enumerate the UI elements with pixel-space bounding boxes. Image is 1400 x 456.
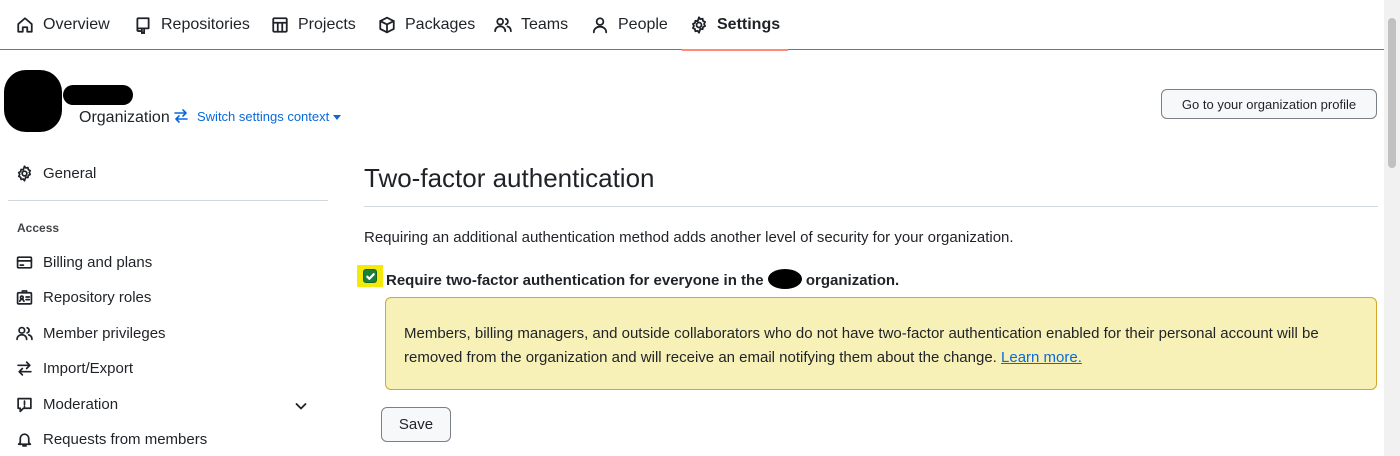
person-icon [592, 17, 608, 34]
nav-tab-teams[interactable]: Teams [494, 0, 568, 50]
people-icon [16, 326, 33, 341]
nav-tab-projects[interactable]: Projects [271, 0, 356, 50]
require-2fa-checkbox[interactable] [363, 269, 377, 283]
nav-tab-label: Packages [405, 16, 476, 33]
sidebar-item-repository-roles[interactable]: Repository roles [16, 289, 151, 306]
nav-tab-label: Repositories [161, 16, 250, 33]
report-icon [17, 397, 32, 413]
checkbox-label-end: organization. [801, 272, 900, 289]
nav-tab-people[interactable]: People [591, 0, 668, 50]
sidebar-item-label: Billing and plans [43, 254, 153, 271]
sidebar-item-import-export[interactable]: Import/Export [16, 360, 133, 377]
repo-icon [136, 17, 150, 34]
sidebar-item-member-privileges[interactable]: Member privileges [16, 325, 166, 342]
bell-icon [17, 433, 32, 447]
gear-icon [17, 165, 32, 182]
go-to-org-profile-button[interactable]: Go to your organization profile [1161, 89, 1377, 119]
sidebar-item-label: Requests from members [43, 431, 208, 448]
arrow-switch-icon [17, 361, 32, 376]
save-button[interactable]: Save [381, 407, 451, 442]
people-icon [494, 17, 512, 33]
nav-tab-label: People [618, 16, 668, 33]
sidebar-item-moderation[interactable]: Moderation [16, 396, 118, 413]
nav-tab-repositories[interactable]: Repositories [134, 0, 250, 50]
org-nav: Overview Repositories Projects Packages … [0, 0, 1384, 51]
nav-tab-label: Overview [43, 16, 110, 33]
warning-message: Members, billing managers, and outside c… [404, 325, 1319, 366]
sidebar-item-requests-from-members[interactable]: Requests from members [16, 431, 207, 448]
id-badge-icon [16, 290, 33, 305]
nav-tab-label: Projects [298, 16, 356, 33]
nav-tab-settings[interactable]: Settings [681, 0, 789, 51]
home-icon [17, 17, 33, 33]
switch-context-label: Switch settings context [197, 108, 330, 124]
sidebar-item-label: Repository roles [43, 289, 152, 306]
sidebar-item-general[interactable]: General [16, 165, 96, 182]
org-avatar-redacted [4, 70, 62, 132]
sidebar-heading-access: Access [17, 221, 60, 235]
sidebar-item-label: General [43, 165, 97, 182]
title-divider [364, 206, 1378, 207]
warning-text: Members, billing managers, and outside c… [404, 322, 1354, 370]
require-2fa-label[interactable]: Require two-factor authentication for ev… [386, 269, 899, 289]
project-icon [272, 17, 288, 33]
org-name-redacted [63, 85, 133, 105]
checkbox-label-start: Require two-factor authentication for ev… [386, 272, 768, 289]
nav-tab-packages[interactable]: Packages [378, 0, 475, 50]
arrow-switch-icon [174, 109, 188, 123]
caret-down-icon [333, 114, 342, 120]
sidebar-divider [8, 200, 328, 201]
check-icon [365, 272, 375, 280]
learn-more-link[interactable]: Learn more. [1001, 349, 1082, 366]
page-title: Two-factor authentication [364, 163, 655, 193]
sidebar-item-label: Member privileges [43, 325, 166, 342]
page-scrollbar[interactable] [1384, 0, 1400, 456]
nav-tab-label: Teams [521, 16, 569, 33]
credit-card-icon [16, 256, 33, 269]
moderation-expand-chevron[interactable] [293, 398, 309, 414]
scrollbar-thumb[interactable] [1388, 18, 1396, 168]
page-description: Requiring an additional authentication m… [364, 229, 1014, 246]
warning-flash: Members, billing managers, and outside c… [385, 297, 1377, 390]
sidebar-item-billing[interactable]: Billing and plans [16, 254, 152, 271]
sidebar-item-label: Moderation [43, 396, 119, 413]
org-name-redacted [767, 269, 802, 289]
sidebar-item-label: Import/Export [43, 360, 134, 377]
nav-tab-label: Settings [717, 16, 781, 33]
gear-icon [692, 16, 706, 34]
chevron-down-icon [295, 403, 307, 410]
package-icon [379, 16, 395, 34]
switch-settings-context-link[interactable]: Switch settings context [173, 108, 342, 124]
org-type-label: Organization [79, 109, 170, 126]
nav-tab-overview[interactable]: Overview [16, 0, 110, 50]
